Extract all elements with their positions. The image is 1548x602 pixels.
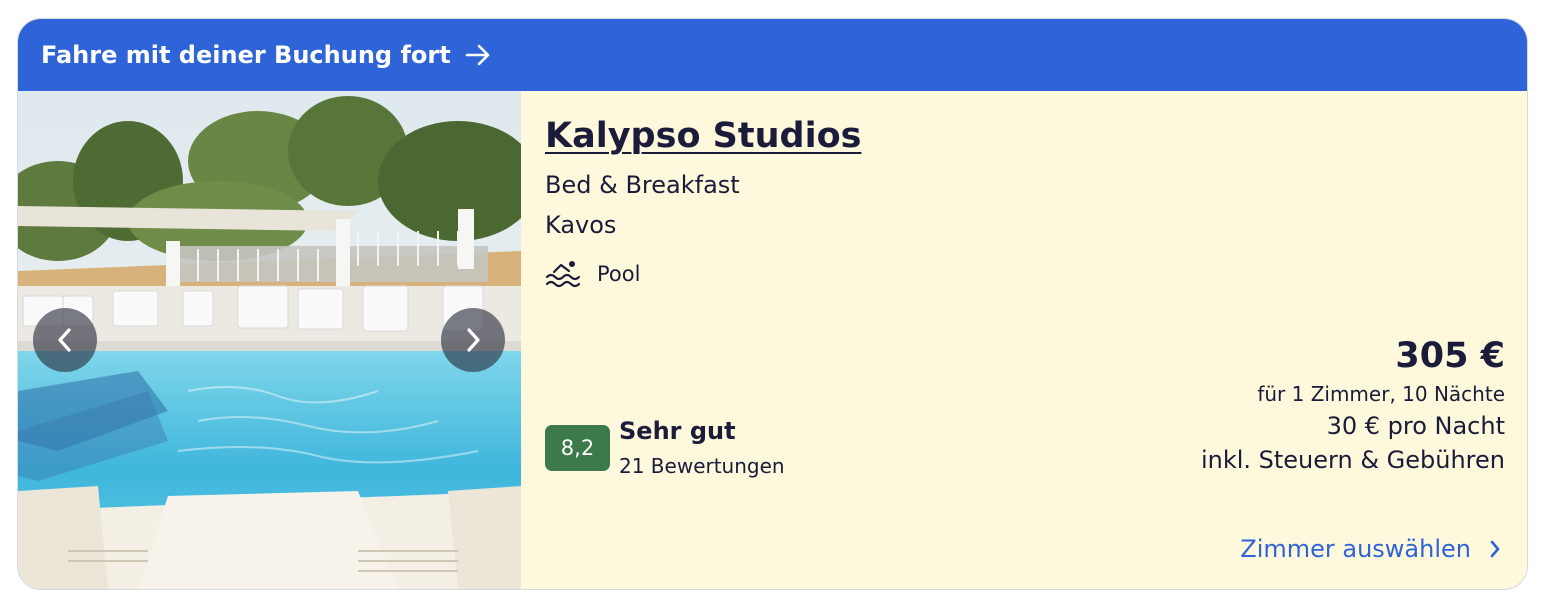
review-score-label: Sehr gut: [619, 417, 736, 445]
hotel-location: Kavos: [545, 211, 617, 239]
chevron-left-icon: [58, 328, 71, 352]
hotel-card: Fahre mit deiner Buchung fort Kalypso St…: [17, 18, 1528, 590]
hotel-name-link[interactable]: Kalypso Studios: [545, 116, 861, 156]
arrow-right-icon: [465, 44, 491, 66]
gallery-next-button[interactable]: [441, 308, 505, 372]
continue-booking-label: Fahre mit deiner Buchung fort: [41, 41, 451, 69]
continue-booking-banner[interactable]: Fahre mit deiner Buchung fort: [18, 19, 1527, 91]
gallery-prev-button[interactable]: [33, 308, 97, 372]
price-block: 305 € für 1 Zimmer, 10 Nächte 30 € pro N…: [1201, 337, 1505, 474]
select-room-label: Zimmer auswählen: [1240, 535, 1471, 563]
chevron-right-icon: [467, 328, 480, 352]
review-count: 21 Bewertungen: [619, 454, 785, 478]
pool-icon: [545, 261, 581, 288]
hotel-photo[interactable]: [18, 91, 521, 589]
total-price: 305 €: [1395, 336, 1505, 376]
property-type: Bed & Breakfast: [545, 171, 740, 199]
hotel-info: Kalypso Studios Bed & Breakfast Kavos Po…: [521, 91, 1527, 589]
amenity-pool: Pool: [545, 259, 640, 289]
chevron-right-icon: [1489, 539, 1501, 559]
taxes-note: inkl. Steuern & Gebühren: [1200, 446, 1505, 474]
amenity-pool-label: Pool: [597, 262, 641, 286]
price-per-night: 30 € pro Nacht: [1326, 412, 1505, 440]
select-room-link[interactable]: Zimmer auswählen: [1240, 535, 1501, 563]
review-score-badge: 8,2: [545, 425, 610, 471]
stay-details: für 1 Zimmer, 10 Nächte: [1257, 382, 1505, 406]
